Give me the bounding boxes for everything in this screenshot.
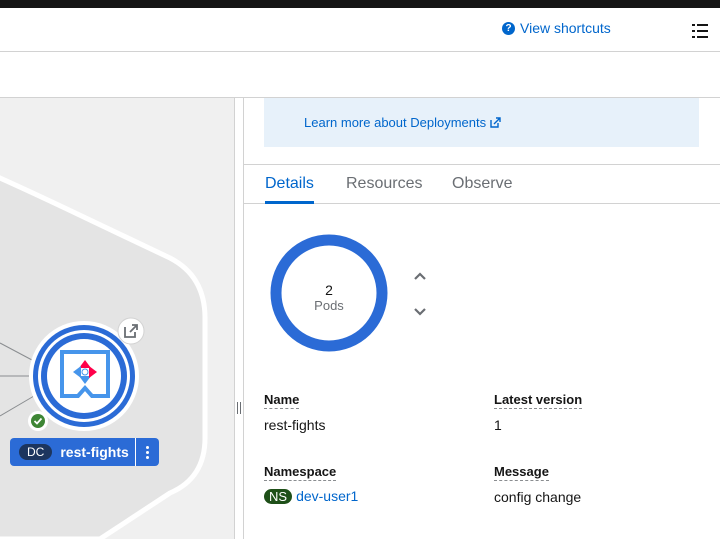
- side-panel: Learn more about Deployments Details Res…: [244, 98, 720, 539]
- topology-canvas[interactable]: [0, 98, 235, 539]
- check-circle-icon: [28, 411, 48, 431]
- tab-details[interactable]: Details: [265, 175, 314, 193]
- kebab-icon[interactable]: [135, 438, 159, 466]
- tab-observe[interactable]: Observe: [452, 175, 512, 193]
- topology-toolbar: [0, 52, 720, 98]
- view-shortcuts-label: View shortcuts: [520, 20, 611, 36]
- learn-more-link[interactable]: Learn more about Deployments: [304, 115, 501, 130]
- ns-badge: NS: [264, 489, 293, 504]
- pod-unit: Pods: [314, 298, 344, 313]
- masthead-strip: [0, 0, 720, 8]
- latest-version-value: 1: [494, 417, 502, 433]
- node-label[interactable]: DC rest-fights: [10, 438, 159, 466]
- quarkus-logo-icon: [60, 350, 110, 398]
- node-name: rest-fights: [60, 444, 129, 460]
- namespace-label: Namespace: [264, 464, 337, 481]
- name-label: Name: [264, 392, 300, 409]
- tab-resources[interactable]: Resources: [346, 175, 422, 193]
- list-icon[interactable]: [692, 24, 708, 38]
- pod-count: 2: [325, 282, 333, 298]
- dc-badge: DC: [19, 444, 53, 460]
- message-label: Message: [494, 464, 549, 481]
- latest-version-label: Latest version: [494, 392, 583, 409]
- external-link-icon[interactable]: [117, 317, 145, 345]
- namespace-link[interactable]: dev-user1: [296, 488, 358, 504]
- active-tab-indicator: [265, 201, 314, 204]
- tab-bar: Details Resources Observe: [244, 164, 720, 204]
- chevron-down-icon[interactable]: [410, 301, 430, 321]
- namespace-value: NS dev-user1: [264, 488, 358, 504]
- name-value: rest-fights: [264, 417, 326, 433]
- help-circle-icon: ?: [502, 21, 515, 35]
- pod-count-label: 2 Pods: [299, 282, 359, 313]
- page-header: ? View shortcuts: [0, 8, 720, 52]
- panel-resize-divider[interactable]: [235, 98, 244, 539]
- message-value: config change: [494, 489, 582, 505]
- info-alert: Learn more about Deployments: [264, 98, 699, 147]
- external-link-icon: [490, 117, 501, 128]
- resize-grip-icon[interactable]: [237, 402, 241, 414]
- view-shortcuts-link[interactable]: ? View shortcuts: [502, 20, 611, 36]
- chevron-up-icon[interactable]: [410, 266, 430, 286]
